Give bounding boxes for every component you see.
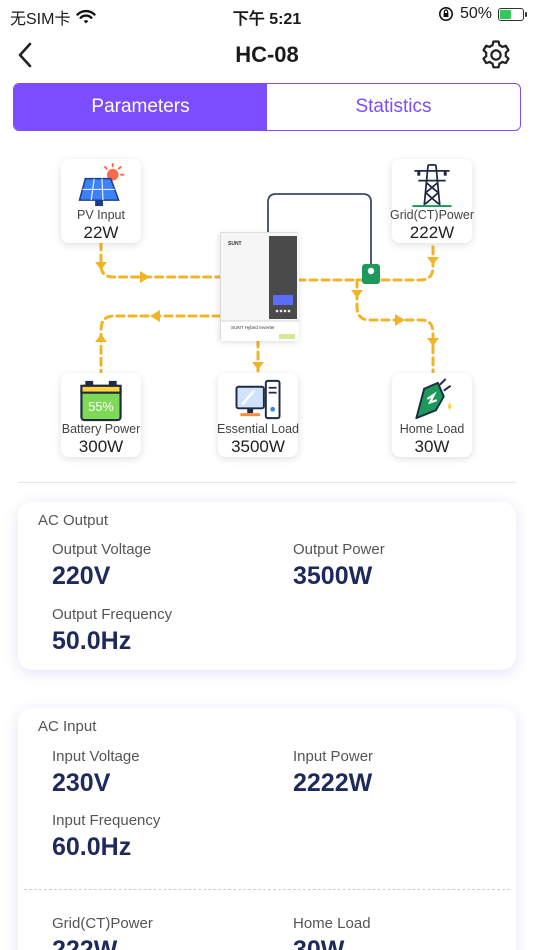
grid-ct-power-metric: Grid(CT)Power 222W <box>52 915 153 950</box>
card-dashed-divider <box>24 889 510 890</box>
tab-bar: Parameters Statistics <box>13 83 521 131</box>
grid-ct-power-value: 222W <box>52 936 118 950</box>
ac-input-title: AC Input <box>38 718 97 735</box>
input-voltage-metric: Input Voltage 230V <box>52 748 140 798</box>
grid-power-label: Grid(CT)Power <box>389 208 475 222</box>
battery-power-label: Battery Power <box>61 422 141 436</box>
home-load-metric-value: 30W <box>293 936 345 950</box>
input-power-value: 2222W <box>293 769 373 797</box>
power-tower-icon <box>412 164 452 208</box>
input-voltage-label: Input Voltage <box>52 748 140 765</box>
output-voltage-metric: Output Voltage 220V <box>52 541 151 591</box>
input-frequency-value: 60.0Hz <box>52 833 132 861</box>
ac-input-card: AC Input Input Voltage 230V Input Power … <box>18 708 516 950</box>
input-voltage-value: 230V <box>52 769 111 797</box>
output-voltage-label: Output Voltage <box>52 541 152 558</box>
essential-load-value: 3500W <box>231 437 285 456</box>
battery-soc: 55% <box>88 399 113 414</box>
battery-power-value: 300W <box>78 437 124 456</box>
pv-input-node[interactable]: PV Input 22W <box>61 159 141 243</box>
gear-icon[interactable] <box>480 39 512 71</box>
output-power-label: Output Power <box>293 541 385 558</box>
input-power-label: Input Power <box>293 748 374 765</box>
grid-ct-power-label: Grid(CT)Power <box>52 915 153 932</box>
grid-power-node[interactable]: Grid(CT)Power 222W <box>389 159 475 243</box>
inverter-brand: SUNT <box>228 241 242 247</box>
nav-bar: HC-08 <box>0 30 534 80</box>
status-bar: 无SIM卡 下午 5:21 50% <box>0 0 534 28</box>
home-load-metric: Home Load 30W <box>293 915 371 950</box>
essential-load-label: Essential Load <box>217 422 300 436</box>
tab-parameters[interactable]: Parameters <box>14 84 267 130</box>
output-frequency-metric: Output Frequency 50.0Hz <box>52 606 172 656</box>
ac-output-title: AC Output <box>38 512 109 529</box>
tab-statistics[interactable]: Statistics <box>267 84 520 130</box>
home-load-metric-label: Home Load <box>293 915 371 932</box>
output-power-metric: Output Power 3500W <box>293 541 385 591</box>
output-frequency-label: Output Frequency <box>52 606 173 623</box>
input-frequency-label: Input Frequency <box>52 812 161 829</box>
pv-input-label: PV Input <box>77 208 125 222</box>
energy-flow-diagram: PV Input 22W Grid(CT)Power 222W SUNT SUN… <box>0 140 534 470</box>
computer-icon <box>235 379 281 420</box>
input-frequency-metric: Input Frequency 60.0Hz <box>52 812 160 862</box>
orientation-lock-icon <box>438 7 453 21</box>
input-power-metric: Input Power 2222W <box>293 748 373 798</box>
battery-power-node[interactable]: 55% Battery Power 300W <box>61 373 141 457</box>
home-load-node[interactable]: Home Load 30W <box>392 373 472 457</box>
inverter-model-text: SUNT Hybrid Inverter <box>231 325 275 330</box>
essential-load-node[interactable]: Essential Load 3500W <box>217 373 300 457</box>
section-divider <box>18 482 516 483</box>
battery-icon <box>498 7 527 21</box>
home-load-value: 30W <box>414 437 450 456</box>
home-load-label: Home Load <box>399 422 465 436</box>
inverter-icon: SUNT SUNT Hybrid Inverter <box>221 233 299 341</box>
inverter-image: SUNT SUNT Hybrid Inverter <box>220 232 299 341</box>
output-power-value: 3500W <box>293 562 373 590</box>
output-voltage-value: 220V <box>52 562 111 590</box>
solar-panel-icon <box>78 163 125 207</box>
grid-power-value: 222W <box>409 223 455 242</box>
ac-output-card: AC Output Output Voltage 220V Output Pow… <box>18 502 516 670</box>
page-title: HC-08 <box>235 42 299 67</box>
battery-group: 50% <box>438 5 527 23</box>
battery-percent: 50% <box>459 5 492 22</box>
pv-input-value: 22W <box>83 223 119 242</box>
plug-icon <box>415 378 452 420</box>
output-frequency-value: 50.0Hz <box>52 627 132 655</box>
battery-icon: 55% <box>80 380 122 422</box>
